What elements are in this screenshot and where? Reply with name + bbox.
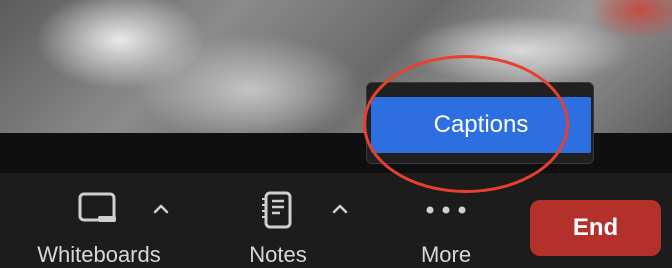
caret-up-icon[interactable] [152, 200, 170, 218]
notes-button[interactable]: Notes [249, 190, 307, 267]
notes-icon [262, 191, 292, 229]
end-meeting-button[interactable]: End [530, 200, 661, 256]
captions-menu-item[interactable]: Captions [371, 97, 591, 153]
whiteboard-icon [78, 192, 116, 222]
more-button[interactable]: More [421, 190, 471, 267]
caret-up-icon[interactable] [331, 200, 349, 218]
whiteboards-button[interactable]: Whiteboards [37, 190, 161, 267]
more-icon [426, 206, 466, 214]
more-label: More [420, 242, 472, 267]
notes-label: Notes [249, 242, 307, 267]
whiteboards-label: Whiteboards [37, 242, 161, 267]
